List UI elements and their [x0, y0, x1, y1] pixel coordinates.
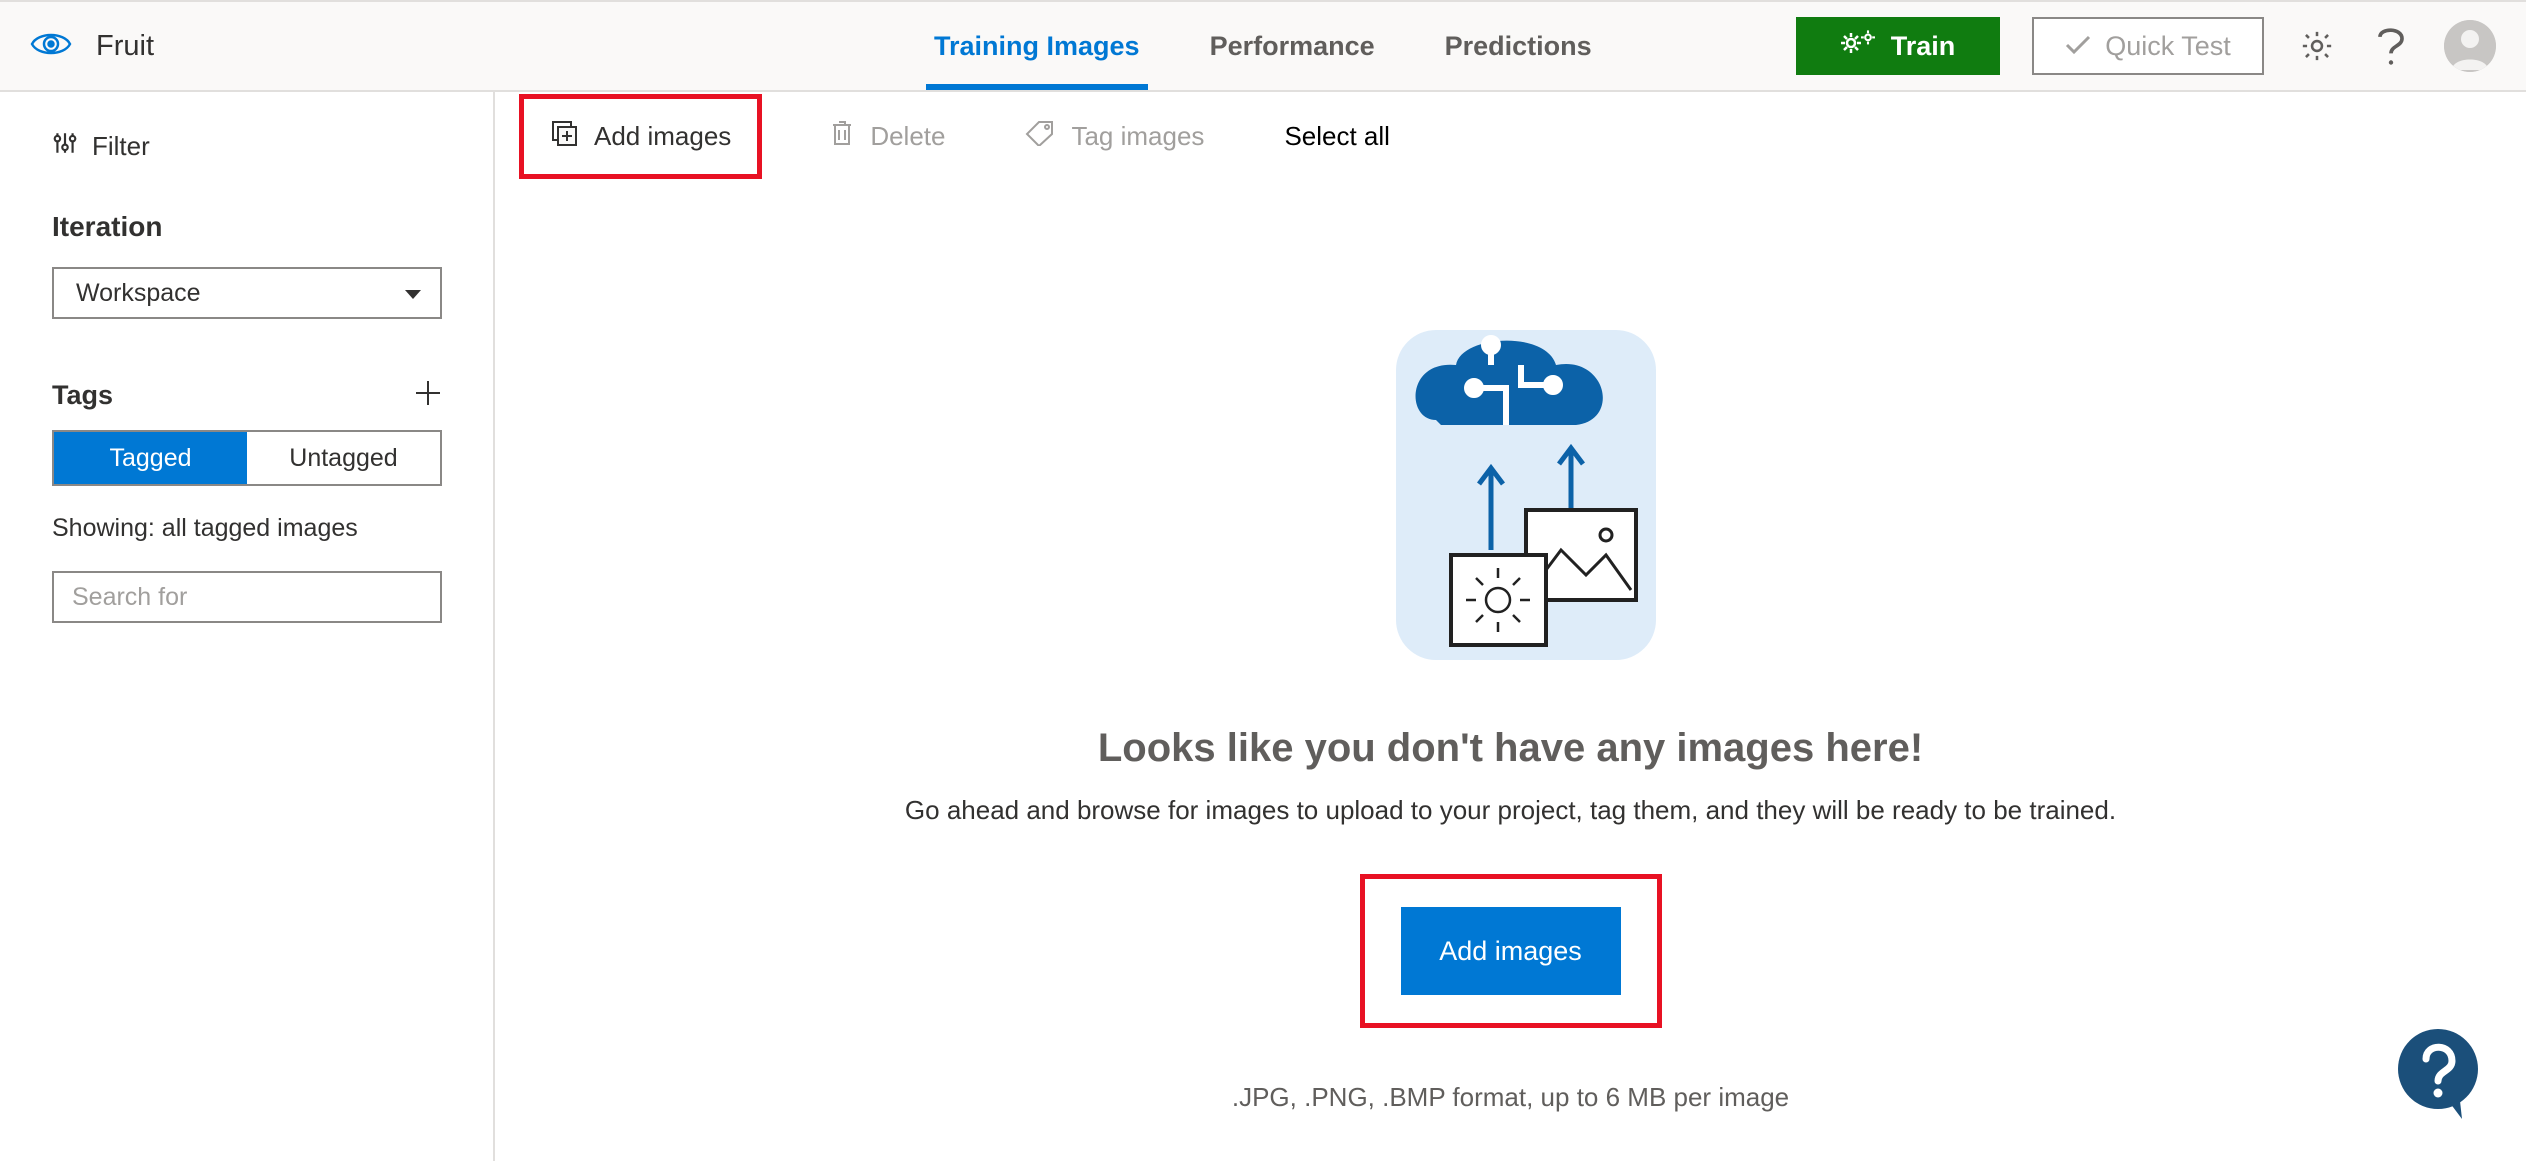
select-all-label: Select all	[1284, 121, 1390, 152]
toggle-untagged[interactable]: Untagged	[247, 432, 440, 484]
top-header: Fruit Training Images Performance Predic…	[0, 0, 2526, 92]
empty-illustration-icon	[1346, 310, 1676, 670]
tag-icon	[1025, 120, 1055, 153]
nav-tabs: Training Images Performance Predictions	[930, 5, 1596, 88]
sidebar: Filter Iteration Workspace Tags Tagged U…	[0, 92, 495, 1161]
delete-button: Delete	[818, 111, 957, 162]
empty-subtitle: Go ahead and browse for images to upload…	[905, 795, 2116, 826]
main-content: Add images Delete	[495, 92, 2526, 1161]
add-images-main-button[interactable]: Add images	[1401, 907, 1621, 995]
add-tag-button[interactable]	[414, 379, 442, 412]
gear-icon	[2300, 29, 2334, 63]
iteration-heading: Iteration	[52, 211, 441, 243]
header-help-button[interactable]	[2370, 25, 2412, 67]
highlight-add-images-main: Add images	[1360, 874, 1662, 1028]
tab-performance[interactable]: Performance	[1206, 5, 1379, 88]
tab-predictions[interactable]: Predictions	[1441, 5, 1596, 88]
delete-label: Delete	[870, 121, 945, 152]
train-button[interactable]: Train	[1796, 17, 2000, 75]
add-images-button[interactable]: Add images	[550, 119, 731, 154]
select-all-button[interactable]: Select all	[1272, 113, 1402, 160]
trash-icon	[830, 119, 854, 154]
avatar-icon	[2444, 20, 2496, 72]
iteration-select[interactable]: Workspace	[52, 267, 442, 319]
empty-state: Looks like you don't have any images her…	[861, 310, 2161, 1113]
plus-icon	[414, 379, 442, 407]
help-bubble-icon	[2390, 1025, 2486, 1121]
add-images-icon	[550, 119, 578, 154]
filter-button[interactable]: Filter	[52, 130, 441, 163]
tag-filter-toggle: Tagged Untagged	[52, 430, 442, 486]
quick-test-button[interactable]: Quick Test	[2032, 17, 2264, 75]
tag-search-input[interactable]	[52, 571, 442, 623]
image-toolbar: Add images Delete	[495, 92, 2526, 180]
gears-icon	[1841, 29, 1877, 64]
logo-eye-icon	[30, 29, 72, 64]
filter-icon	[52, 130, 78, 163]
check-icon	[2065, 31, 2091, 62]
toggle-tagged[interactable]: Tagged	[54, 432, 247, 484]
filter-label: Filter	[92, 131, 150, 162]
iteration-selected-value: Workspace	[76, 279, 201, 308]
chevron-down-icon	[404, 279, 422, 308]
showing-text: Showing: all tagged images	[52, 514, 441, 543]
help-chat-button[interactable]	[2390, 1025, 2486, 1121]
train-button-label: Train	[1891, 31, 1956, 62]
user-avatar[interactable]	[2444, 20, 2496, 72]
highlight-add-images: Add images	[519, 94, 762, 179]
format-hint: .JPG, .PNG, .BMP format, up to 6 MB per …	[1232, 1082, 1789, 1113]
tab-training-images[interactable]: Training Images	[930, 5, 1144, 88]
tag-images-label: Tag images	[1071, 121, 1204, 152]
question-icon	[2376, 24, 2406, 68]
quick-test-label: Quick Test	[2105, 31, 2231, 62]
tags-heading: Tags	[52, 380, 113, 411]
project-name: Fruit	[96, 30, 154, 63]
tag-images-button: Tag images	[1013, 112, 1216, 161]
header-actions: Train Quick Test	[1796, 17, 2496, 75]
brand: Fruit	[30, 29, 550, 64]
settings-button[interactable]	[2296, 25, 2338, 67]
add-images-label: Add images	[594, 121, 731, 152]
empty-title: Looks like you don't have any images her…	[1098, 726, 1923, 771]
